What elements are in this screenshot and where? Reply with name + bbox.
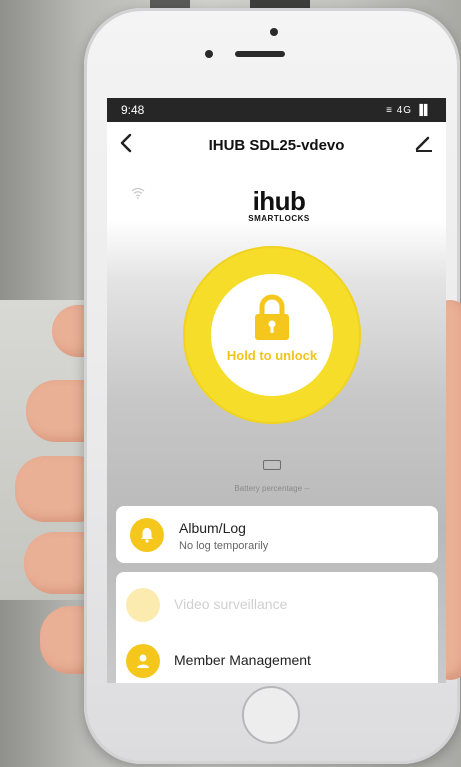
camera-dot xyxy=(270,28,278,36)
wifi-icon xyxy=(131,186,145,204)
battery-label: Battery percentage -- xyxy=(234,484,310,493)
status-icons: ≡ 4G ▐▌ xyxy=(386,104,432,116)
album-log-subtitle: No log temporarily xyxy=(179,540,269,552)
nav-bar: IHUB SDL25-vdevo xyxy=(107,122,446,168)
speaker-grille xyxy=(235,51,285,57)
brand-logo: ihub SMARTLOCKS xyxy=(239,188,319,223)
home-button[interactable] xyxy=(242,686,300,744)
logo-sub: SMARTLOCKS xyxy=(248,214,310,223)
album-log-title: Album/Log xyxy=(179,520,246,536)
lock-panel: ihub SMARTLOCKS Hold to unlock Battery p… xyxy=(107,168,446,683)
page-title: IHUB SDL25-vdevo xyxy=(208,136,345,154)
chevron-left-icon[interactable] xyxy=(119,132,133,160)
album-log-card[interactable]: Album/Log No log temporarily xyxy=(116,506,438,563)
pencil-icon[interactable] xyxy=(414,132,434,157)
video-icon xyxy=(126,588,160,622)
unlock-label: Hold to unlock xyxy=(226,348,318,363)
menu-card: Video surveillance Member Management xyxy=(116,572,438,683)
phone-screen: 9:48 ≡ 4G ▐▌ IHUB SDL25-vdevo ihub SMART… xyxy=(107,98,446,683)
video-surveillance-label: Video surveillance xyxy=(174,596,288,612)
person-icon xyxy=(126,644,160,678)
battery-icon xyxy=(263,460,281,470)
status-bar: 9:48 ≡ 4G ▐▌ xyxy=(107,98,446,122)
lock-icon xyxy=(252,294,292,347)
status-time: 9:48 xyxy=(121,103,145,117)
camera-dot xyxy=(205,50,213,58)
member-management-label: Member Management xyxy=(174,652,311,668)
logo-main: ihub xyxy=(252,186,306,216)
bell-icon xyxy=(130,518,164,552)
